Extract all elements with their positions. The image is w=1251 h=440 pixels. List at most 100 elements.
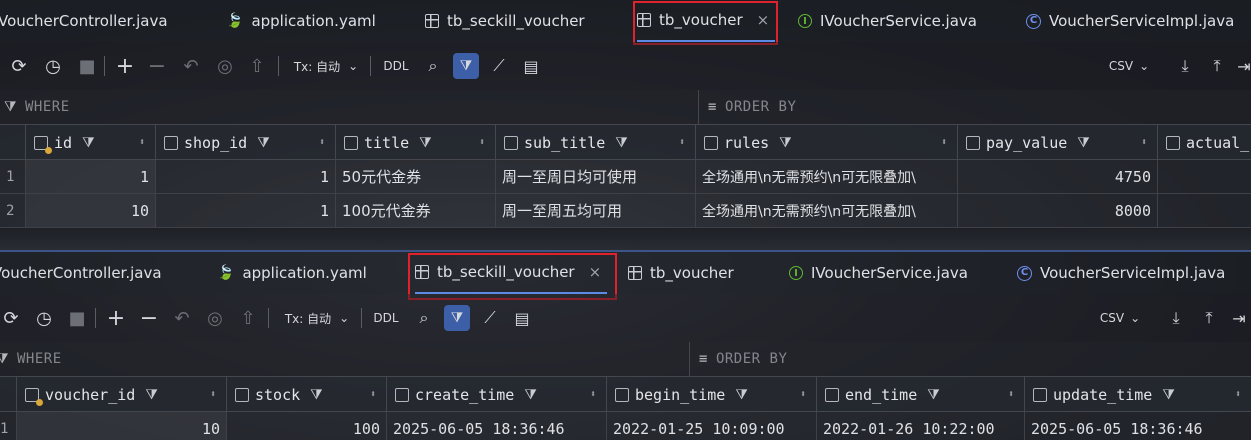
sort-icon[interactable]: ⬍ — [210, 389, 216, 400]
refresh-icon[interactable]: ⟳ — [6, 42, 32, 90]
filter-icon[interactable]: ⧩ — [257, 135, 270, 151]
cell-update-time[interactable]: 2025-06-05 18:36:46 — [1025, 412, 1251, 440]
preview-changes-icon[interactable]: ◎ — [202, 294, 228, 342]
column-header-create-time[interactable]: create_time ⧩ ⬍ — [387, 377, 607, 412]
revert-icon[interactable]: ↶ — [178, 42, 204, 90]
filter-icon[interactable]: ⧩ — [1077, 135, 1090, 151]
column-header-end-time[interactable]: end_time ⧩ ⬍ — [817, 377, 1025, 412]
cell-pay-value[interactable]: 8000 — [958, 194, 1158, 227]
cell-actual-value[interactable] — [1158, 194, 1251, 227]
filter-toggle-icon[interactable]: ⧩ — [453, 53, 479, 79]
column-header-actual-value[interactable]: actual_ — [1158, 125, 1251, 160]
sort-icon[interactable]: ⬍ — [1008, 389, 1014, 400]
table-row[interactable]: 2 10 1 100元代金券 周一至周五均可用 全场通用\n无需预约\n可无限叠… — [0, 194, 1251, 228]
filter-icon[interactable]: ⧩ — [927, 387, 940, 403]
download-icon[interactable]: ⤓ — [1172, 42, 1198, 90]
tab-tb-voucher[interactable]: tb_voucher × — [637, 0, 776, 42]
table-row[interactable]: 1 10 100 2025-06-05 18:36:46 2022-01-25 … — [0, 412, 1251, 440]
stop-icon[interactable]: ■ — [64, 294, 90, 342]
column-header-rules[interactable]: rules ⧩ ⬍ — [696, 125, 958, 160]
tab-tb-voucher[interactable]: tb_voucher — [628, 252, 734, 294]
filter-icon[interactable]: ⧩ — [735, 387, 748, 403]
table-row[interactable]: 1 1 1 50元代金券 周一至周日均可使用 全场通用\n无需预约\n可无限叠加… — [0, 160, 1251, 194]
cell-title[interactable]: 100元代金券 — [336, 194, 496, 227]
cell-end-time[interactable]: 2022-01-26 10:22:00 — [817, 412, 1025, 440]
revert-icon[interactable]: ↶ — [169, 294, 195, 342]
filter-icon[interactable]: ⧩ — [615, 135, 628, 151]
close-icon[interactable]: × — [589, 263, 602, 281]
cell-id[interactable]: 10 — [26, 194, 156, 227]
ddl-button[interactable]: DDL — [370, 294, 402, 342]
where-filter-input[interactable]: ⧩ WHERE — [4, 90, 694, 124]
export-format-dropdown[interactable]: CSV ⌄ — [1104, 42, 1154, 90]
column-header-update-time[interactable]: update_time ⧩ ⬍ — [1025, 377, 1251, 412]
column-header-voucher-id[interactable]: voucher_id ⧩ ⬍ — [17, 377, 227, 412]
sort-icon[interactable]: ⬍ — [941, 137, 947, 148]
download-icon[interactable]: ⤓ — [1163, 294, 1189, 342]
column-header-pay-value[interactable]: pay_value ⧩ ⬍ — [958, 125, 1158, 160]
filter-icon[interactable]: ⧩ — [1162, 387, 1175, 403]
filter-icon[interactable]: ⧩ — [419, 135, 432, 151]
upload-icon[interactable]: ⤒ — [1204, 42, 1230, 90]
transaction-mode-dropdown[interactable]: Tx: 自动 ⌄ — [290, 42, 362, 90]
column-header-title[interactable]: title ⧩ ⬍ — [336, 125, 496, 160]
delete-row-icon[interactable]: − — [136, 294, 162, 342]
where-filter-input[interactable]: ⧩ WHERE — [0, 342, 686, 376]
cell-pay-value[interactable]: 4750 — [958, 160, 1158, 193]
refresh-icon[interactable]: ⟳ — [0, 294, 24, 342]
sort-icon[interactable]: ⬍ — [139, 137, 145, 148]
close-icon[interactable]: × — [757, 11, 770, 29]
tab-tb-seckill-voucher[interactable]: tb_seckill_voucher × — [415, 252, 608, 294]
stop-icon[interactable]: ■ — [74, 42, 100, 90]
sort-icon[interactable]: ⬍ — [479, 137, 485, 148]
tab-ivoucher-service[interactable]: I IVoucherService.java — [798, 0, 977, 42]
sort-icon[interactable]: ⬍ — [800, 389, 806, 400]
filter-icon[interactable]: ⧩ — [145, 387, 158, 403]
cell-begin-time[interactable]: 2022-01-25 10:09:00 — [607, 412, 817, 440]
cell-shop-id[interactable]: 1 — [156, 194, 336, 227]
sort-icon[interactable]: ⬍ — [679, 137, 685, 148]
export-format-dropdown[interactable]: CSV ⌄ — [1095, 294, 1145, 342]
transpose-icon[interactable]: ⇥ — [1228, 294, 1250, 342]
delete-row-icon[interactable]: − — [144, 42, 170, 90]
cell-id[interactable]: 1 — [26, 160, 156, 193]
cell-rules[interactable]: 全场通用\n无需预约\n可无限叠加\ — [696, 160, 958, 193]
sort-icon[interactable]: ⬍ — [1141, 137, 1147, 148]
tab-tb-seckill-voucher[interactable]: tb_seckill_voucher — [425, 0, 585, 42]
tab-voucher-service-impl[interactable]: C VoucherServiceImpl.java — [1017, 252, 1225, 294]
submit-icon[interactable]: ⇧ — [244, 42, 270, 90]
cell-stock[interactable]: 100 — [227, 412, 387, 440]
cell-shop-id[interactable]: 1 — [156, 160, 336, 193]
column-header-shop-id[interactable]: shop_id ⧩ ⬍ — [156, 125, 336, 160]
cell-sub-title[interactable]: 周一至周日均可使用 — [496, 160, 696, 193]
ddl-button[interactable]: DDL — [380, 42, 412, 90]
tab-voucher-controller[interactable]: VoucherController.java — [0, 252, 162, 294]
transaction-mode-dropdown[interactable]: Tx: 自动 ⌄ — [281, 294, 353, 342]
add-row-icon[interactable]: + — [112, 42, 138, 90]
cell-create-time[interactable]: 2025-06-05 18:36:46 — [387, 412, 607, 440]
sort-icon[interactable]: ⬍ — [319, 137, 325, 148]
filter-icon[interactable]: ⧩ — [310, 387, 323, 403]
cell-rules[interactable]: 全场通用\n无需预约\n可无限叠加\ — [696, 194, 958, 227]
cell-title[interactable]: 50元代金券 — [336, 160, 496, 193]
transpose-icon[interactable]: ⇥ — [1234, 42, 1251, 90]
search-icon[interactable]: ⌕ — [411, 294, 437, 342]
cell-sub-title[interactable]: 周一至周五均可用 — [496, 194, 696, 227]
cell-voucher-id[interactable]: 10 — [17, 412, 227, 440]
upload-icon[interactable]: ⤒ — [1196, 294, 1222, 342]
filter-toggle-icon[interactable]: ⧩ — [444, 305, 470, 331]
history-clock-icon[interactable]: ◷ — [31, 294, 57, 342]
sort-icon[interactable]: ⬍ — [1235, 389, 1241, 400]
order-by-input[interactable]: ≡ ORDER BY — [708, 90, 1248, 124]
filter-icon[interactable]: ⧩ — [779, 135, 792, 151]
tab-voucher-controller[interactable]: VoucherController.java — [0, 0, 168, 42]
chart-icon[interactable]: ⟋ — [486, 42, 512, 90]
column-header-sub-title[interactable]: sub_title ⧩ ⬍ — [496, 125, 696, 160]
tab-voucher-service-impl[interactable]: C VoucherServiceImpl.java — [1026, 0, 1234, 42]
column-header-begin-time[interactable]: begin_time ⧩ ⬍ — [607, 377, 817, 412]
column-header-stock[interactable]: stock ⧩ ⬍ — [227, 377, 387, 412]
view-settings-icon[interactable]: ▤ — [509, 294, 535, 342]
add-row-icon[interactable]: + — [103, 294, 129, 342]
cell-actual-value[interactable] — [1158, 160, 1251, 193]
sort-icon[interactable]: ⬍ — [370, 389, 376, 400]
